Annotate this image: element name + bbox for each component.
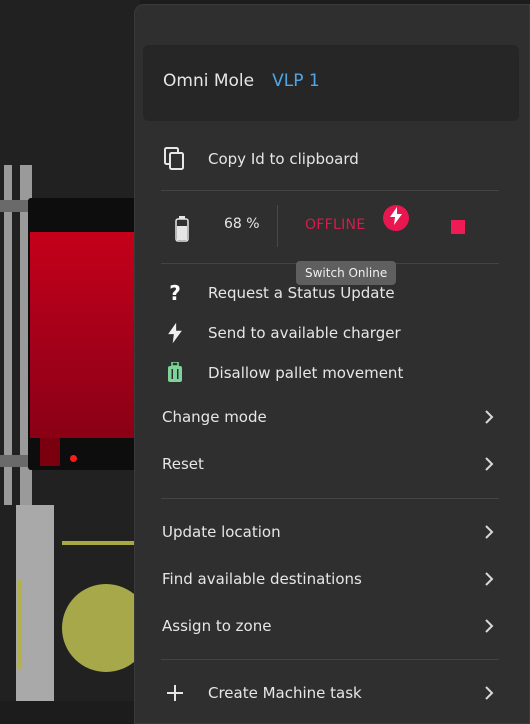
battery-percentage: 68 % xyxy=(224,216,260,232)
submenu-label: Find available destinations xyxy=(162,570,362,588)
create-task-label: Create Machine task xyxy=(208,684,362,702)
copy-id-button[interactable]: Copy Id to clipboard xyxy=(163,143,511,175)
post-stripe xyxy=(18,580,22,670)
status-separator xyxy=(277,205,278,247)
connection-status: OFFLINE xyxy=(305,217,366,233)
assign-zone-item[interactable]: Assign to zone xyxy=(162,610,511,642)
chevron-right-icon xyxy=(477,405,501,429)
switch-online-button[interactable] xyxy=(383,205,409,231)
chevron-right-icon xyxy=(477,567,501,591)
send-to-charger-button[interactable]: Send to available charger xyxy=(163,317,511,349)
submenu-label: Assign to zone xyxy=(162,617,272,635)
find-destinations-item[interactable]: Find available destinations xyxy=(162,563,511,595)
luggage-icon xyxy=(163,361,187,385)
machine-tab xyxy=(40,438,60,466)
disallow-pallet-button[interactable]: Disallow pallet movement xyxy=(163,357,511,389)
divider xyxy=(161,498,499,499)
submenu-label: Reset xyxy=(162,455,204,473)
divider xyxy=(161,659,499,660)
chevron-right-icon xyxy=(477,614,501,638)
zone-line xyxy=(62,541,142,545)
menu-header: Omni Mole VLP 1 xyxy=(143,45,519,121)
rail-left xyxy=(4,165,12,505)
question-icon: ? xyxy=(169,281,181,305)
submenu-label: Change mode xyxy=(162,408,267,426)
chevron-right-icon xyxy=(477,452,501,476)
machine-name: Omni Mole xyxy=(163,71,255,91)
change-mode-item[interactable]: Change mode xyxy=(162,401,511,433)
machine-id: VLP 1 xyxy=(272,71,320,91)
plus-icon xyxy=(163,681,187,705)
machine-highlight xyxy=(30,232,140,438)
update-location-item[interactable]: Update location xyxy=(162,516,511,548)
copy-id-label: Copy Id to clipboard xyxy=(208,150,359,168)
status-bar: 68 % OFFLINE xyxy=(161,195,499,255)
submenu-label: Update location xyxy=(162,523,281,541)
lightning-icon xyxy=(163,321,187,345)
machine-context-menu: Omni Mole VLP 1 Copy Id to clipboard 68 %… xyxy=(134,4,530,724)
copy-icon xyxy=(163,147,187,171)
lightning-icon xyxy=(389,207,403,229)
action-label: Send to available charger xyxy=(208,324,401,342)
machine-indicator xyxy=(70,455,77,462)
reset-item[interactable]: Reset xyxy=(162,448,511,480)
divider xyxy=(161,190,499,191)
action-label: Disallow pallet movement xyxy=(208,364,404,382)
stop-button[interactable] xyxy=(451,220,465,234)
chevron-right-icon xyxy=(477,520,501,544)
create-task-item[interactable]: Create Machine task xyxy=(163,677,511,709)
battery-icon xyxy=(175,216,189,246)
menu-title: Omni Mole VLP 1 xyxy=(163,71,320,91)
tooltip: Switch Online xyxy=(296,261,397,285)
action-label: Request a Status Update xyxy=(208,284,395,302)
chevron-right-icon xyxy=(477,681,501,705)
